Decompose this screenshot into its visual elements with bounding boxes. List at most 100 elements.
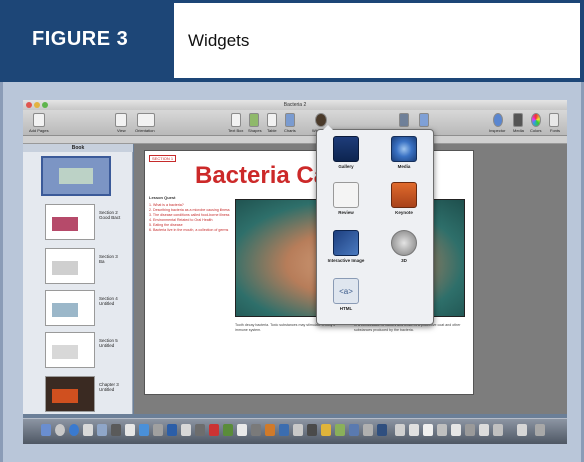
thumbnail-image <box>52 303 78 317</box>
figure-header: FIGURE 3 Widgets <box>0 0 584 82</box>
lock-icon-button[interactable] <box>399 113 409 127</box>
thumbnail-section-5[interactable] <box>45 332 95 368</box>
app-icon[interactable] <box>377 424 387 436</box>
interactive-image-label: Interactive Image <box>327 258 365 263</box>
inspector-button[interactable] <box>493 113 503 127</box>
gallery-widget[interactable]: Gallery <box>323 136 369 169</box>
app-icon[interactable] <box>293 424 303 436</box>
thumbnail-chapter-3[interactable] <box>45 376 95 412</box>
3d-icon <box>391 230 417 256</box>
charts-button[interactable] <box>285 113 295 127</box>
app-icon[interactable] <box>335 424 345 436</box>
app-icon[interactable] <box>363 424 373 436</box>
review-widget[interactable]: Review <box>323 182 369 215</box>
document-icon[interactable] <box>451 424 461 436</box>
review-icon <box>333 182 359 208</box>
thumbnail-image <box>52 261 78 275</box>
3d-widget[interactable]: 3D <box>381 230 427 263</box>
sidebar-item-section-5[interactable]: Section 5 Untitled <box>99 338 118 348</box>
window-title: Bacteria 2 <box>283 102 307 108</box>
charts-label: Charts <box>284 128 296 133</box>
app-icon[interactable] <box>237 424 247 436</box>
sidebar-item-section-2[interactable]: Section 2 Good Bact <box>99 210 120 220</box>
section-sub: Untitled <box>99 301 115 306</box>
document-icon[interactable] <box>479 424 489 436</box>
screenshot-frame: Bacteria 2 Add Pages View Orientation Te… <box>0 82 584 462</box>
app-icon[interactable] <box>251 424 261 436</box>
app-icon[interactable] <box>265 424 275 436</box>
minimize-window-button[interactable] <box>34 102 40 108</box>
popover-arrow <box>323 125 333 130</box>
thumbnail-selected[interactable] <box>41 156 111 196</box>
media-widget[interactable]: Media <box>381 136 427 169</box>
table-button[interactable] <box>267 113 277 127</box>
thumbnail-section-3[interactable] <box>45 248 95 284</box>
close-window-button[interactable] <box>26 102 32 108</box>
app-icon[interactable] <box>139 424 149 436</box>
safari-icon[interactable] <box>69 424 79 436</box>
app-icon[interactable] <box>279 424 289 436</box>
media-button[interactable] <box>513 113 523 127</box>
document-icon[interactable] <box>409 424 419 436</box>
app-icon[interactable] <box>195 424 205 436</box>
thumbnail-image <box>52 345 78 359</box>
app-icon[interactable] <box>181 424 191 436</box>
widgets-popover: Gallery Media Review Keynote Interactive… <box>316 125 434 325</box>
gallery-icon <box>333 136 359 162</box>
add-pages-label: Add Pages <box>29 128 49 133</box>
sidebar-item-chapter-3[interactable]: Chapter 3 Untitled <box>99 382 119 392</box>
app-icon[interactable] <box>223 424 233 436</box>
desktop: Bacteria 2 Add Pages View Orientation Te… <box>23 100 567 444</box>
app-icon[interactable] <box>321 424 331 436</box>
html-widget[interactable]: <a> HTML <box>323 278 369 311</box>
folder-icon[interactable] <box>517 424 527 436</box>
colors-button[interactable] <box>531 113 541 127</box>
text-box-button[interactable] <box>231 113 241 127</box>
figure-title-box: Widgets <box>174 3 580 78</box>
text-box-label: Text Box <box>228 128 244 133</box>
html-icon: <a> <box>333 278 359 304</box>
keynote-widget[interactable]: Keynote <box>381 182 427 215</box>
sidebar-item-section-3[interactable]: Section 3 Ba <box>99 254 118 264</box>
format-bar[interactable] <box>23 136 567 144</box>
section-sub: Untitled <box>99 387 115 392</box>
thumbnail-section-2[interactable] <box>45 204 95 240</box>
interactive-image-widget[interactable]: Interactive Image <box>323 230 369 263</box>
finder-icon[interactable] <box>41 424 51 436</box>
orientation-button[interactable] <box>137 113 155 127</box>
app-icon[interactable] <box>125 424 135 436</box>
thumbnail-section-4[interactable] <box>45 290 95 326</box>
section-sub: Good Bact <box>99 215 121 220</box>
document-icon[interactable] <box>493 424 503 436</box>
app-icon[interactable] <box>153 424 163 436</box>
document-canvas[interactable]: SECTION 1 Bacteria Car Lesson Quest 1. W… <box>134 125 567 414</box>
folder-icon[interactable] <box>395 424 405 436</box>
figure-title: Widgets <box>188 31 250 50</box>
dashboard-icon[interactable] <box>55 424 65 436</box>
mail-icon[interactable] <box>83 424 93 436</box>
window-titlebar: Bacteria 2 <box>23 100 567 110</box>
zoom-window-button[interactable] <box>42 102 48 108</box>
app-icon[interactable] <box>209 424 219 436</box>
3d-label: 3D <box>401 258 407 263</box>
document-icon[interactable] <box>437 424 447 436</box>
document-icon[interactable] <box>465 424 475 436</box>
preview-icon-button[interactable] <box>419 113 429 127</box>
trash-icon[interactable] <box>535 424 545 436</box>
html-label: HTML <box>339 306 353 311</box>
shapes-label: Shapes <box>248 128 262 133</box>
fonts-button[interactable] <box>549 113 559 127</box>
app-icon[interactable] <box>349 424 359 436</box>
document-icon[interactable] <box>423 424 433 436</box>
app-icon[interactable] <box>307 424 317 436</box>
shapes-button[interactable] <box>249 113 259 127</box>
add-pages-button[interactable] <box>33 113 45 127</box>
app-icon[interactable] <box>97 424 107 436</box>
interactive-image-icon <box>333 230 359 256</box>
fonts-label: Fonts <box>550 128 561 133</box>
sidebar-item-section-4[interactable]: Section 4 Untitled <box>99 296 118 306</box>
question-list[interactable]: 1. What is a bacteria? 2. Describing bac… <box>149 203 231 233</box>
app-icon[interactable] <box>167 424 177 436</box>
view-button[interactable] <box>115 113 127 127</box>
app-icon[interactable] <box>111 424 121 436</box>
